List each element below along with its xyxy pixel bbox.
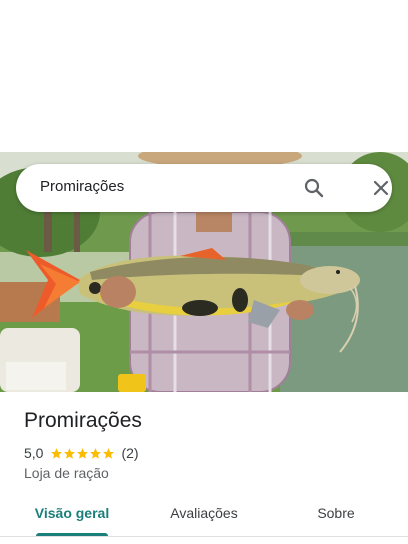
- tab-reviews[interactable]: Avaliações: [152, 496, 256, 536]
- star-icon: [89, 447, 102, 460]
- place-title: Promirações: [24, 409, 142, 432]
- divider: [0, 536, 408, 537]
- tab-about[interactable]: Sobre: [288, 496, 384, 536]
- star-icon: [63, 447, 76, 460]
- rating-stars: [50, 447, 115, 460]
- star-icon: [50, 447, 63, 460]
- star-icon: [102, 447, 115, 460]
- tab-bar: Visão geral Avaliações Sobre: [0, 496, 408, 536]
- rating-value: 5,0: [24, 445, 44, 461]
- tab-overview[interactable]: Visão geral: [20, 496, 124, 536]
- rating-row[interactable]: 5,0 (2): [24, 444, 139, 462]
- search-bar[interactable]: Promirações: [16, 164, 392, 212]
- search-input[interactable]: Promirações: [40, 178, 124, 195]
- star-icon: [76, 447, 89, 460]
- review-count[interactable]: (2): [121, 445, 138, 461]
- close-icon[interactable]: [369, 176, 393, 200]
- place-category: Loja de ração: [24, 465, 109, 481]
- place-page: Promirações Promirações 5,0 (2) Loja de …: [0, 0, 408, 544]
- search-icon[interactable]: [302, 176, 326, 200]
